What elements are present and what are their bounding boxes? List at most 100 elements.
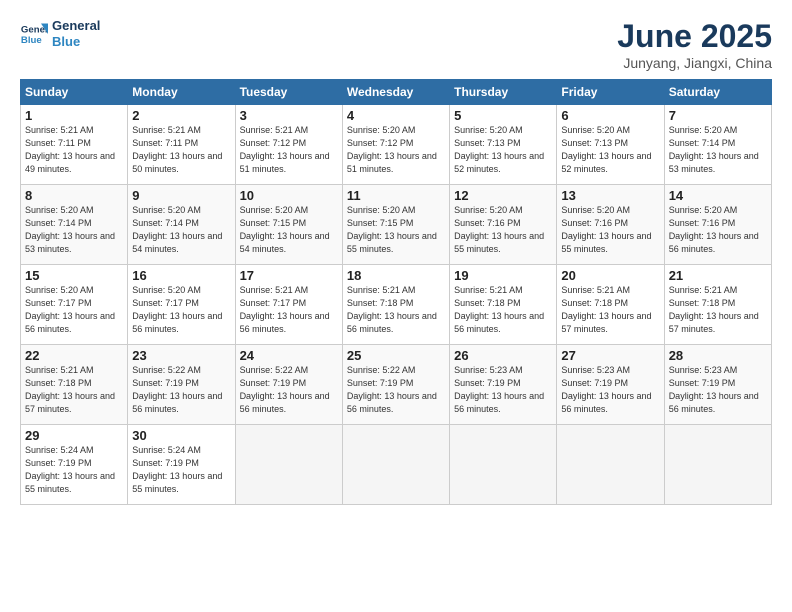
day-number: 3 bbox=[240, 108, 338, 123]
table-cell: 28Sunrise: 5:23 AMSunset: 7:19 PMDayligh… bbox=[664, 345, 771, 425]
day-info: Sunrise: 5:24 AMSunset: 7:19 PMDaylight:… bbox=[132, 444, 230, 496]
day-info: Sunrise: 5:20 AMSunset: 7:14 PMDaylight:… bbox=[25, 204, 123, 256]
day-number: 19 bbox=[454, 268, 552, 283]
table-cell: 7Sunrise: 5:20 AMSunset: 7:14 PMDaylight… bbox=[664, 105, 771, 185]
day-number: 24 bbox=[240, 348, 338, 363]
table-cell: 21Sunrise: 5:21 AMSunset: 7:18 PMDayligh… bbox=[664, 265, 771, 345]
day-number: 7 bbox=[669, 108, 767, 123]
day-number: 15 bbox=[25, 268, 123, 283]
day-number: 9 bbox=[132, 188, 230, 203]
table-cell: 11Sunrise: 5:20 AMSunset: 7:15 PMDayligh… bbox=[342, 185, 449, 265]
day-number: 23 bbox=[132, 348, 230, 363]
col-friday: Friday bbox=[557, 80, 664, 105]
day-info: Sunrise: 5:20 AMSunset: 7:15 PMDaylight:… bbox=[240, 204, 338, 256]
col-monday: Monday bbox=[128, 80, 235, 105]
table-cell: 5Sunrise: 5:20 AMSunset: 7:13 PMDaylight… bbox=[450, 105, 557, 185]
table-cell: 14Sunrise: 5:20 AMSunset: 7:16 PMDayligh… bbox=[664, 185, 771, 265]
day-number: 17 bbox=[240, 268, 338, 283]
table-cell: 27Sunrise: 5:23 AMSunset: 7:19 PMDayligh… bbox=[557, 345, 664, 425]
table-cell: 1Sunrise: 5:21 AMSunset: 7:11 PMDaylight… bbox=[21, 105, 128, 185]
header: General Blue General Blue June 2025 Juny… bbox=[20, 18, 772, 71]
day-number: 26 bbox=[454, 348, 552, 363]
table-cell bbox=[342, 425, 449, 505]
day-number: 18 bbox=[347, 268, 445, 283]
month-title: June 2025 bbox=[617, 18, 772, 55]
table-cell: 23Sunrise: 5:22 AMSunset: 7:19 PMDayligh… bbox=[128, 345, 235, 425]
day-info: Sunrise: 5:20 AMSunset: 7:16 PMDaylight:… bbox=[454, 204, 552, 256]
table-cell bbox=[557, 425, 664, 505]
logo: General Blue General Blue bbox=[20, 18, 100, 49]
day-info: Sunrise: 5:20 AMSunset: 7:17 PMDaylight:… bbox=[25, 284, 123, 336]
day-number: 11 bbox=[347, 188, 445, 203]
table-cell bbox=[450, 425, 557, 505]
table-cell: 17Sunrise: 5:21 AMSunset: 7:17 PMDayligh… bbox=[235, 265, 342, 345]
day-info: Sunrise: 5:20 AMSunset: 7:14 PMDaylight:… bbox=[132, 204, 230, 256]
logo-blue: Blue bbox=[52, 34, 100, 50]
table-cell: 26Sunrise: 5:23 AMSunset: 7:19 PMDayligh… bbox=[450, 345, 557, 425]
col-sunday: Sunday bbox=[21, 80, 128, 105]
calendar-row: 22Sunrise: 5:21 AMSunset: 7:18 PMDayligh… bbox=[21, 345, 772, 425]
logo-icon: General Blue bbox=[20, 20, 48, 48]
svg-text:Blue: Blue bbox=[21, 34, 42, 45]
table-cell: 8Sunrise: 5:20 AMSunset: 7:14 PMDaylight… bbox=[21, 185, 128, 265]
table-cell: 18Sunrise: 5:21 AMSunset: 7:18 PMDayligh… bbox=[342, 265, 449, 345]
table-cell: 25Sunrise: 5:22 AMSunset: 7:19 PMDayligh… bbox=[342, 345, 449, 425]
table-cell: 16Sunrise: 5:20 AMSunset: 7:17 PMDayligh… bbox=[128, 265, 235, 345]
day-info: Sunrise: 5:21 AMSunset: 7:18 PMDaylight:… bbox=[25, 364, 123, 416]
day-info: Sunrise: 5:22 AMSunset: 7:19 PMDaylight:… bbox=[240, 364, 338, 416]
table-cell bbox=[235, 425, 342, 505]
table-cell: 6Sunrise: 5:20 AMSunset: 7:13 PMDaylight… bbox=[557, 105, 664, 185]
day-info: Sunrise: 5:21 AMSunset: 7:11 PMDaylight:… bbox=[132, 124, 230, 176]
day-number: 20 bbox=[561, 268, 659, 283]
day-number: 29 bbox=[25, 428, 123, 443]
table-cell: 4Sunrise: 5:20 AMSunset: 7:12 PMDaylight… bbox=[342, 105, 449, 185]
table-cell: 10Sunrise: 5:20 AMSunset: 7:15 PMDayligh… bbox=[235, 185, 342, 265]
day-info: Sunrise: 5:21 AMSunset: 7:17 PMDaylight:… bbox=[240, 284, 338, 336]
table-cell: 13Sunrise: 5:20 AMSunset: 7:16 PMDayligh… bbox=[557, 185, 664, 265]
day-number: 28 bbox=[669, 348, 767, 363]
day-info: Sunrise: 5:20 AMSunset: 7:16 PMDaylight:… bbox=[669, 204, 767, 256]
day-number: 13 bbox=[561, 188, 659, 203]
calendar-page: General Blue General Blue June 2025 Juny… bbox=[0, 0, 792, 612]
day-info: Sunrise: 5:20 AMSunset: 7:13 PMDaylight:… bbox=[561, 124, 659, 176]
day-info: Sunrise: 5:21 AMSunset: 7:11 PMDaylight:… bbox=[25, 124, 123, 176]
day-info: Sunrise: 5:20 AMSunset: 7:15 PMDaylight:… bbox=[347, 204, 445, 256]
calendar-row: 15Sunrise: 5:20 AMSunset: 7:17 PMDayligh… bbox=[21, 265, 772, 345]
table-cell: 24Sunrise: 5:22 AMSunset: 7:19 PMDayligh… bbox=[235, 345, 342, 425]
day-number: 8 bbox=[25, 188, 123, 203]
day-info: Sunrise: 5:21 AMSunset: 7:18 PMDaylight:… bbox=[454, 284, 552, 336]
table-cell: 19Sunrise: 5:21 AMSunset: 7:18 PMDayligh… bbox=[450, 265, 557, 345]
day-number: 16 bbox=[132, 268, 230, 283]
day-info: Sunrise: 5:21 AMSunset: 7:18 PMDaylight:… bbox=[347, 284, 445, 336]
table-cell: 2Sunrise: 5:21 AMSunset: 7:11 PMDaylight… bbox=[128, 105, 235, 185]
day-number: 2 bbox=[132, 108, 230, 123]
day-number: 5 bbox=[454, 108, 552, 123]
day-number: 12 bbox=[454, 188, 552, 203]
day-number: 1 bbox=[25, 108, 123, 123]
day-number: 10 bbox=[240, 188, 338, 203]
day-number: 4 bbox=[347, 108, 445, 123]
day-info: Sunrise: 5:22 AMSunset: 7:19 PMDaylight:… bbox=[132, 364, 230, 416]
day-info: Sunrise: 5:22 AMSunset: 7:19 PMDaylight:… bbox=[347, 364, 445, 416]
col-thursday: Thursday bbox=[450, 80, 557, 105]
day-info: Sunrise: 5:20 AMSunset: 7:12 PMDaylight:… bbox=[347, 124, 445, 176]
calendar-table: Sunday Monday Tuesday Wednesday Thursday… bbox=[20, 79, 772, 505]
day-number: 21 bbox=[669, 268, 767, 283]
table-cell: 3Sunrise: 5:21 AMSunset: 7:12 PMDaylight… bbox=[235, 105, 342, 185]
day-number: 27 bbox=[561, 348, 659, 363]
table-cell: 9Sunrise: 5:20 AMSunset: 7:14 PMDaylight… bbox=[128, 185, 235, 265]
day-number: 30 bbox=[132, 428, 230, 443]
table-cell: 15Sunrise: 5:20 AMSunset: 7:17 PMDayligh… bbox=[21, 265, 128, 345]
table-cell bbox=[664, 425, 771, 505]
location: Junyang, Jiangxi, China bbox=[617, 55, 772, 71]
day-number: 14 bbox=[669, 188, 767, 203]
day-number: 6 bbox=[561, 108, 659, 123]
col-tuesday: Tuesday bbox=[235, 80, 342, 105]
table-cell: 29Sunrise: 5:24 AMSunset: 7:19 PMDayligh… bbox=[21, 425, 128, 505]
day-info: Sunrise: 5:21 AMSunset: 7:18 PMDaylight:… bbox=[669, 284, 767, 336]
day-number: 22 bbox=[25, 348, 123, 363]
table-cell: 12Sunrise: 5:20 AMSunset: 7:16 PMDayligh… bbox=[450, 185, 557, 265]
day-info: Sunrise: 5:24 AMSunset: 7:19 PMDaylight:… bbox=[25, 444, 123, 496]
day-info: Sunrise: 5:20 AMSunset: 7:17 PMDaylight:… bbox=[132, 284, 230, 336]
logo-general: General bbox=[52, 18, 100, 34]
